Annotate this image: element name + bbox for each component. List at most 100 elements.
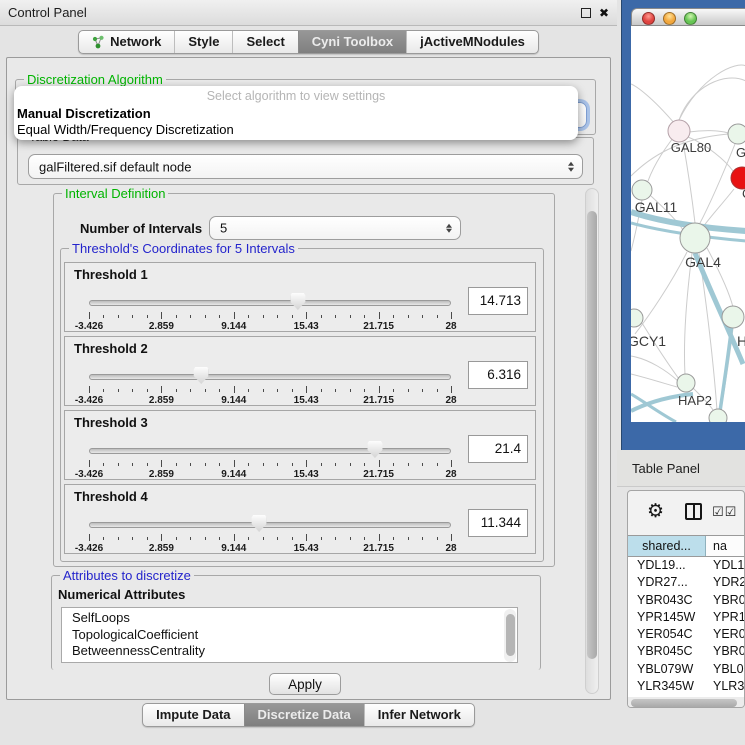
float-window-icon[interactable]: [581, 8, 591, 18]
slider-ticks: [89, 386, 451, 394]
scale-label: 2.859: [149, 543, 174, 554]
column-header-shared-name[interactable]: shared...: [628, 536, 706, 556]
slider-track[interactable]: [89, 522, 451, 528]
threshold-value-field[interactable]: 21.4: [468, 435, 528, 463]
dropdown-option-equal-width[interactable]: Equal Width/Frequency Discretization: [17, 122, 234, 137]
zoom-window-button[interactable]: [684, 12, 697, 25]
gear-icon[interactable]: ⚙: [647, 500, 664, 523]
tick-mark: [437, 315, 438, 318]
table-row[interactable]: YBR043CYBR0: [628, 592, 744, 609]
tab-select[interactable]: Select: [232, 31, 297, 53]
tick-mark: [393, 389, 394, 392]
slider-thumb[interactable]: [194, 367, 209, 384]
tab-style[interactable]: Style: [174, 31, 232, 53]
tick-mark: [103, 463, 104, 466]
network-node[interactable]: [722, 306, 744, 328]
table-row[interactable]: YER054CYER0: [628, 626, 744, 643]
tab-jactivemnodules[interactable]: jActiveMNodules: [406, 31, 538, 53]
scale-label: 21.715: [363, 395, 394, 406]
tick-mark: [89, 386, 90, 393]
tick-mark: [335, 315, 336, 318]
table-data-select[interactable]: galFiltered.sif default node: [28, 154, 583, 179]
table-row[interactable]: YBR045CYBR0: [628, 643, 744, 660]
slider-track[interactable]: [89, 300, 451, 306]
tick-mark: [89, 312, 90, 319]
slider-thumb[interactable]: [252, 515, 267, 532]
dropdown-hint: Select algorithm to view settings: [14, 89, 578, 103]
tab-discretize-data[interactable]: Discretize Data: [244, 704, 364, 726]
algorithm-dropdown: Select algorithm to view settings Manual…: [14, 86, 578, 140]
threshold-box: Threshold 4-3.4262.8599.14415.4321.71528…: [64, 484, 536, 554]
node-label: GAL4: [685, 254, 721, 270]
tab-impute-data[interactable]: Impute Data: [143, 704, 243, 726]
tick-mark: [277, 463, 278, 466]
horizontal-scrollbar-thumb[interactable]: [631, 699, 737, 707]
thresholds-group-title: Threshold's Coordinates for 5 Intervals: [69, 241, 298, 256]
tab-label: Cyni Toolbox: [312, 34, 393, 49]
slider-track[interactable]: [89, 448, 451, 454]
scale-label: 9.144: [221, 395, 246, 406]
apply-button[interactable]: Apply: [269, 673, 341, 695]
tick-mark: [379, 386, 380, 393]
list-scrollbar-thumb[interactable]: [506, 614, 515, 656]
horizontal-scrollbar[interactable]: [628, 697, 744, 708]
tick-mark: [219, 389, 220, 392]
minimize-window-button[interactable]: [663, 12, 676, 25]
table-row[interactable]: YDL19...YDL1: [628, 557, 744, 574]
dropdown-option-manual[interactable]: Manual Discretization: [17, 106, 151, 121]
tab-infer-network[interactable]: Infer Network: [364, 704, 474, 726]
network-node[interactable]: [631, 309, 643, 327]
network-node[interactable]: [668, 120, 690, 142]
threshold-slider[interactable]: -3.4262.8599.14415.4321.71528: [89, 291, 451, 331]
scale-label: 9.144: [221, 321, 246, 332]
tick-mark: [306, 312, 307, 319]
list-item[interactable]: SelfLoops: [62, 610, 517, 627]
column-header-name[interactable]: na: [706, 536, 744, 556]
network-canvas[interactable]: GAL80 GA C GAL11 GAL4 GCY1 H HAP2: [631, 26, 745, 422]
network-node[interactable]: [728, 124, 745, 144]
threshold-slider[interactable]: -3.4262.8599.14415.4321.71528: [89, 439, 451, 479]
num-intervals-select[interactable]: 5: [209, 216, 461, 240]
network-node[interactable]: [680, 223, 710, 253]
settings-scroll-area: Interval Definition Number of Intervals …: [11, 186, 605, 698]
threshold-value-field[interactable]: 6.316: [468, 361, 528, 389]
slider-thumb[interactable]: [367, 441, 382, 458]
table-row[interactable]: YPR145WYPR1: [628, 609, 744, 626]
network-node[interactable]: [632, 180, 652, 200]
panel-scrollbar[interactable]: [585, 188, 599, 694]
tick-mark: [103, 315, 104, 318]
threshold-value-field[interactable]: 11.344: [468, 509, 528, 537]
close-icon[interactable]: ✖: [599, 8, 609, 18]
list-scrollbar[interactable]: [504, 609, 516, 662]
tick-mark: [234, 312, 235, 319]
table-row[interactable]: YLR345WYLR3: [628, 678, 744, 695]
tab-label: Discretize Data: [258, 707, 351, 722]
slider-thumb[interactable]: [290, 293, 305, 310]
slider-track[interactable]: [89, 374, 451, 380]
table-row[interactable]: YBL079WYBL0: [628, 661, 744, 678]
network-node[interactable]: [677, 374, 695, 392]
threshold-slider[interactable]: -3.4262.8599.14415.4321.71528: [89, 513, 451, 553]
threshold-slider[interactable]: -3.4262.8599.14415.4321.71528: [89, 365, 451, 405]
tick-mark: [408, 537, 409, 540]
tab-cyni-toolbox[interactable]: Cyni Toolbox: [298, 31, 406, 53]
table-row[interactable]: YDR27...YDR2: [628, 574, 744, 591]
tick-mark: [248, 315, 249, 318]
threshold-value-field[interactable]: 14.713: [468, 287, 528, 315]
list-item[interactable]: TopologicalCoefficient: [62, 627, 517, 644]
table-panel-titlebar: Table Panel: [617, 450, 745, 487]
checkbox-icons[interactable]: ☑☑: [712, 504, 737, 520]
threshold-label: Threshold 1: [74, 267, 148, 282]
tick-mark: [205, 389, 206, 392]
tick-mark: [277, 537, 278, 540]
panel-scrollbar-thumb[interactable]: [587, 211, 597, 659]
columns-icon[interactable]: [685, 503, 702, 520]
tab-network[interactable]: Network: [79, 31, 174, 53]
network-node[interactable]: [709, 409, 727, 422]
numerical-attributes-list[interactable]: SelfLoopsTopologicalCoefficientBetweenne…: [61, 607, 518, 663]
list-item[interactable]: BetweennessCentrality: [62, 643, 517, 660]
control-panel-titlebar: Control Panel ✖: [0, 0, 617, 26]
cell-shared-name: YBR045C: [628, 643, 706, 660]
cell-shared-name: YBL079W: [628, 661, 706, 678]
close-window-button[interactable]: [642, 12, 655, 25]
